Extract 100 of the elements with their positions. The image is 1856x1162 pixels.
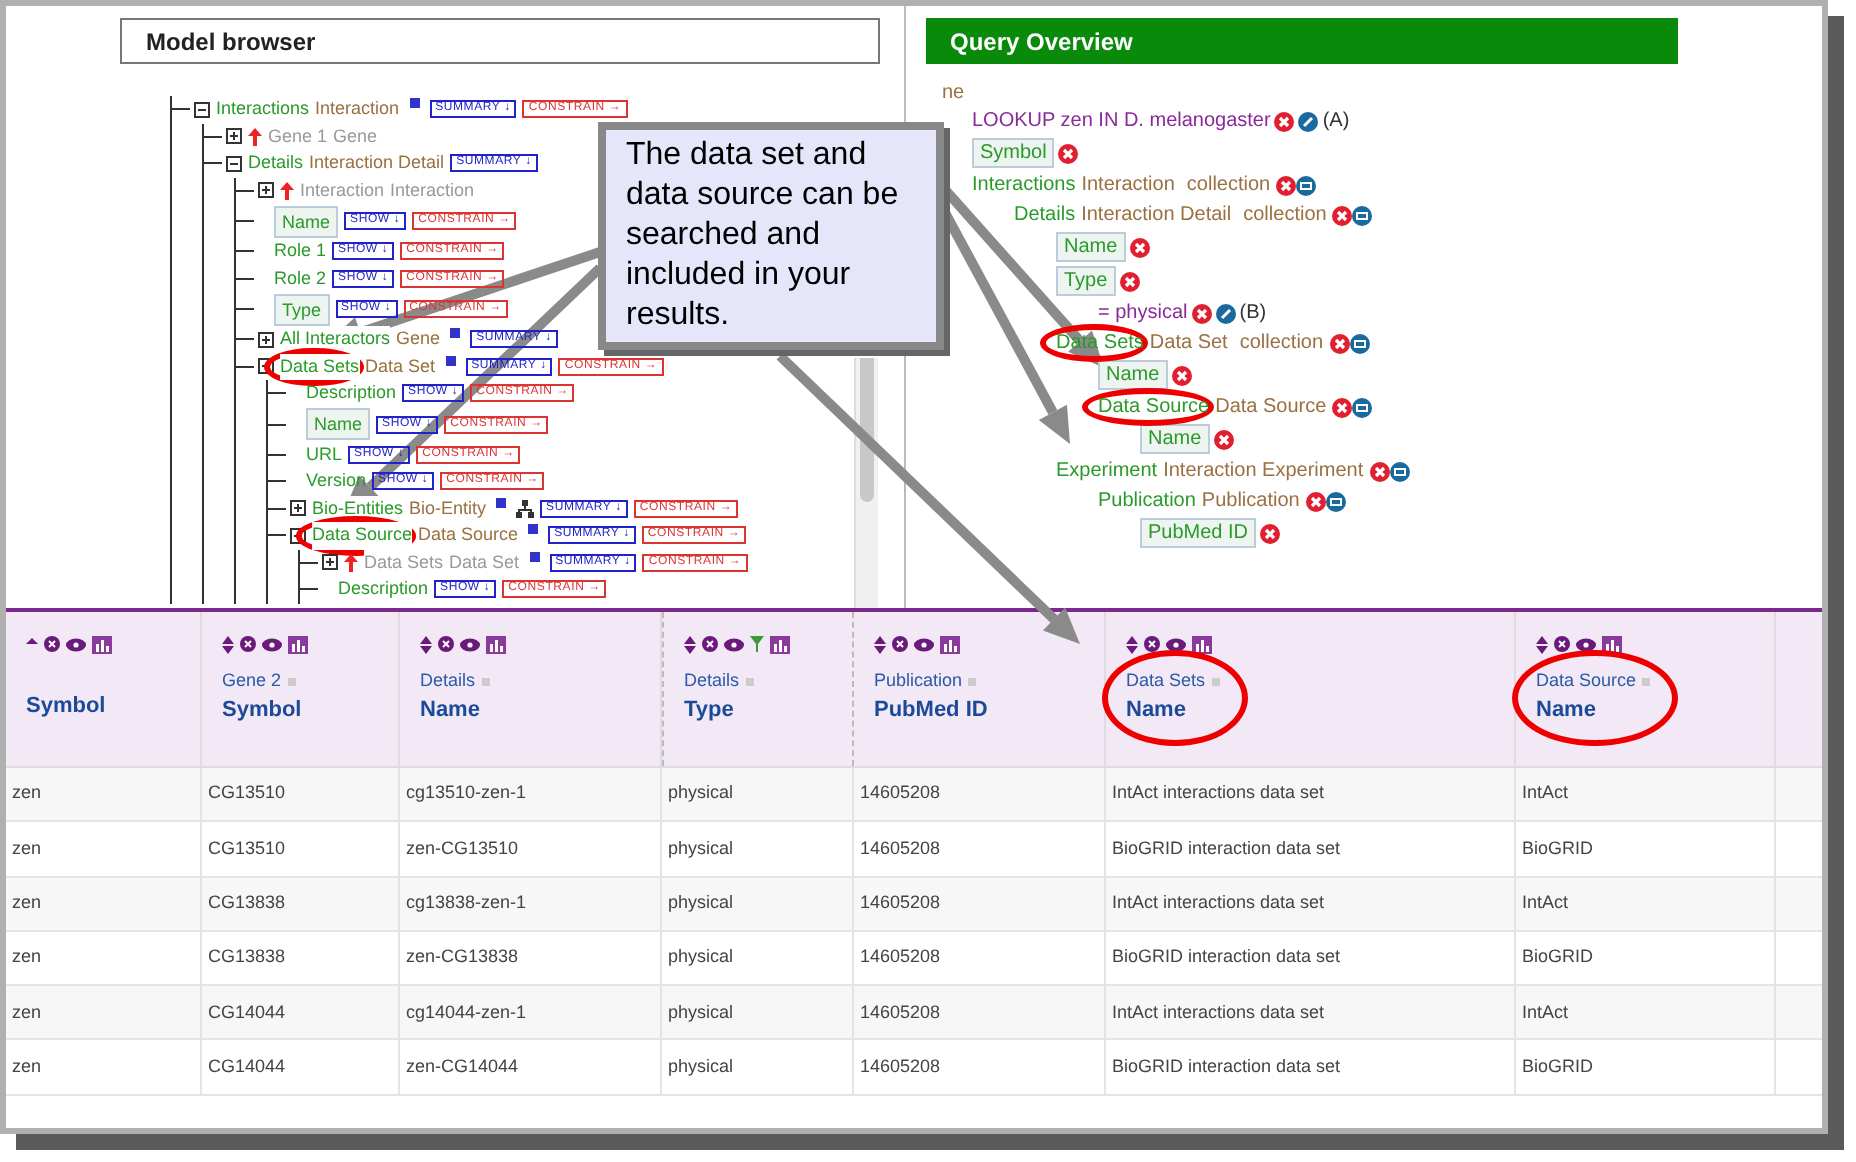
column-header[interactable]: Details Type (662, 612, 854, 766)
column-title: PubMed ID (874, 695, 988, 726)
filter-icon[interactable] (750, 636, 764, 652)
table-cell: zen-CG14044 (400, 1040, 662, 1094)
attribute-name[interactable]: Type (1056, 266, 1116, 296)
remove-icon[interactable] (1332, 205, 1353, 225)
collapse-icon[interactable] (194, 101, 210, 118)
sort-icon[interactable] (222, 635, 234, 653)
collapse-icon[interactable] (1352, 205, 1373, 225)
attribute-name[interactable]: Description (306, 380, 397, 407)
table-cell: CG13838 (202, 877, 400, 930)
chart-icon[interactable] (288, 635, 308, 653)
collapse-icon[interactable] (1352, 397, 1373, 417)
remove-icon[interactable] (1171, 365, 1192, 385)
column-header[interactable]: Symbol (6, 612, 202, 766)
remove-icon[interactable] (1191, 303, 1212, 323)
attribute-name[interactable]: Name (1140, 424, 1210, 454)
eye-icon[interactable] (1166, 637, 1186, 651)
chart-icon[interactable] (486, 635, 506, 653)
remove-icon[interactable] (240, 636, 256, 652)
attribute-name[interactable]: Version (306, 468, 367, 495)
column-header[interactable]: Details Name (400, 612, 662, 766)
info-icon[interactable] (445, 355, 456, 365)
sort-icon[interactable] (420, 635, 432, 653)
info-icon[interactable] (450, 328, 461, 338)
column-header[interactable]: Gene 2 Symbol (202, 612, 400, 766)
info-icon[interactable] (528, 524, 539, 534)
eye-icon[interactable] (1576, 637, 1596, 651)
table-cell: physical (662, 1040, 854, 1094)
remove-icon[interactable] (1260, 523, 1281, 543)
attribute-name[interactable]: PubMed ID (1140, 518, 1257, 548)
eye-icon[interactable] (66, 637, 86, 651)
collapse-icon[interactable] (226, 155, 242, 172)
table-cell: IntAct interactions data set (1106, 986, 1516, 1039)
attribute-name[interactable]: Name (1056, 232, 1126, 262)
column-path: Publication (874, 668, 963, 694)
reference-name[interactable]: Data Source (312, 522, 413, 549)
expand-icon[interactable] (258, 331, 274, 348)
table-cell: IntAct (1516, 986, 1776, 1039)
remove-icon[interactable] (1274, 111, 1295, 131)
attribute-name[interactable]: Role 2 (274, 265, 327, 292)
collapse-icon[interactable] (1389, 461, 1410, 481)
expand-icon[interactable] (226, 128, 242, 145)
attribute-name[interactable]: Type (274, 293, 330, 325)
attribute-name[interactable]: Name (274, 205, 339, 237)
info-icon[interactable] (529, 551, 540, 561)
chart-icon[interactable] (940, 635, 960, 653)
remove-icon[interactable] (1058, 143, 1079, 163)
reference-name[interactable]: Data Sets (280, 353, 360, 380)
remove-icon[interactable] (702, 636, 718, 652)
sort-icon[interactable] (1536, 635, 1548, 653)
remove-icon[interactable] (1129, 237, 1150, 257)
remove-icon[interactable] (1329, 333, 1350, 353)
collapse-icon[interactable] (1325, 491, 1346, 511)
info-icon[interactable] (496, 497, 507, 507)
remove-icon[interactable] (1276, 175, 1297, 195)
remove-icon[interactable] (1213, 429, 1234, 449)
edit-icon[interactable] (1298, 111, 1319, 131)
chart-icon[interactable] (770, 635, 790, 653)
sort-icon[interactable] (684, 635, 696, 653)
expand-icon[interactable] (322, 554, 338, 571)
sort-icon[interactable] (1126, 635, 1138, 653)
expand-icon[interactable] (258, 182, 274, 199)
expand-icon[interactable] (290, 500, 306, 517)
attribute-name[interactable]: Name (306, 408, 371, 440)
table-cell: 14605208 (854, 822, 1106, 876)
reference-type: Bio-Entity (409, 495, 487, 522)
info-icon[interactable] (409, 98, 420, 108)
remove-icon[interactable] (1332, 397, 1353, 417)
chart-icon[interactable] (1192, 635, 1212, 653)
attribute-name[interactable]: Description (338, 576, 429, 603)
remove-icon[interactable] (1369, 461, 1390, 481)
remove-icon[interactable] (1144, 636, 1160, 652)
scrollbar[interactable] (854, 358, 878, 608)
column-header[interactable]: Data Sets Name (1106, 612, 1516, 766)
column-header[interactable]: Data Source Name (1516, 612, 1776, 766)
collapse-icon[interactable] (1349, 333, 1370, 353)
attribute-name[interactable]: Role 1 (274, 238, 327, 265)
eye-icon[interactable] (914, 637, 934, 651)
remove-icon[interactable] (44, 636, 60, 652)
hierarchy-icon[interactable] (516, 499, 535, 518)
sort-icon[interactable] (874, 635, 886, 653)
eye-icon[interactable] (460, 637, 480, 651)
remove-icon[interactable] (1554, 636, 1570, 652)
collapse-icon[interactable] (1296, 175, 1317, 195)
chart-icon[interactable] (92, 635, 112, 653)
attribute-name[interactable]: URL (306, 441, 343, 468)
chart-icon[interactable] (1602, 635, 1622, 653)
panel-header: Model browser (120, 18, 880, 64)
remove-icon[interactable] (438, 636, 454, 652)
remove-icon[interactable] (892, 636, 908, 652)
eye-icon[interactable] (262, 637, 282, 651)
remove-icon[interactable] (1119, 271, 1140, 291)
attribute-name[interactable]: Symbol (972, 138, 1055, 168)
eye-icon[interactable] (724, 637, 744, 651)
edit-icon[interactable] (1215, 303, 1236, 323)
table-cell: BioGRID interaction data set (1106, 1040, 1516, 1094)
reference-name[interactable]: All Interactors (280, 326, 391, 353)
remove-icon[interactable] (1305, 491, 1326, 511)
attribute-name[interactable]: Name (1098, 360, 1168, 390)
